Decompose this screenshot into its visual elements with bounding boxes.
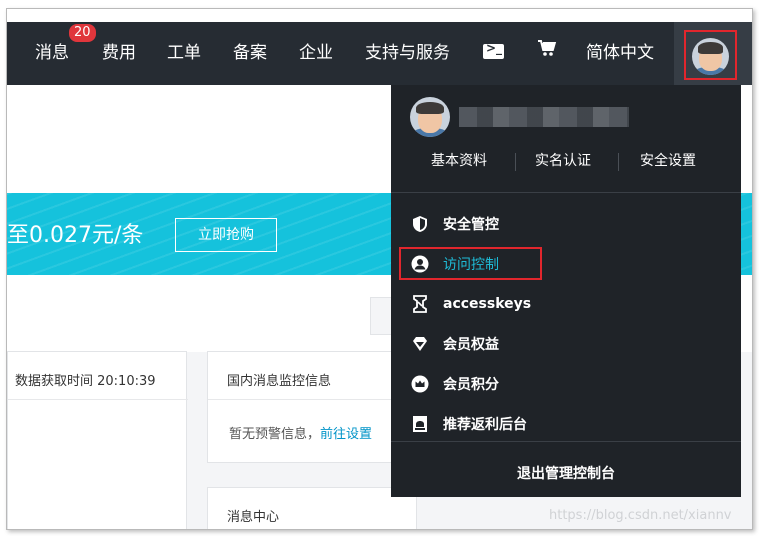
console-window: 消息 20 费用 工单 备案 企业 支持与服务 >_ 简体中文 至0.027元/…: [6, 8, 753, 530]
menu-item-member-points[interactable]: 会员积分: [411, 373, 499, 395]
cart-icon[interactable]: [537, 39, 557, 62]
security-settings-link[interactable]: 安全设置: [640, 149, 696, 173]
message-center-title: 消息中心: [227, 510, 280, 525]
account-links: 基本资料 实名认证 安全设置: [391, 149, 741, 173]
data-card: 数据获取时间 20:10:39: [7, 351, 188, 529]
profile-link[interactable]: 基本资料: [431, 149, 487, 173]
menu-item-security-control[interactable]: 安全管控: [411, 213, 499, 235]
dropdown-divider: [391, 192, 741, 193]
data-time-label: 数据获取时间 20:10:39: [15, 374, 156, 389]
avatar-highlight-box: [684, 30, 737, 80]
nav-billing[interactable]: 费用: [102, 22, 136, 85]
dropdown-divider: [391, 441, 741, 442]
menu-item-label: 安全管控: [443, 217, 499, 233]
menu-item-referral-rebate[interactable]: 推荐返利后台: [411, 413, 527, 435]
top-strip: [7, 9, 752, 22]
menu-item-label: 推荐返利后台: [443, 417, 527, 433]
username-blurred: [459, 107, 629, 127]
nav-messages[interactable]: 消息: [35, 22, 69, 85]
key-swap-icon: [411, 295, 429, 313]
dropdown-avatar: [410, 97, 450, 137]
nav-language[interactable]: 简体中文: [586, 22, 654, 85]
logout-button[interactable]: 退出管理控制台: [391, 463, 741, 483]
menu-item-accesskeys[interactable]: accesskeys: [411, 293, 531, 315]
user-dropdown-menu: 基本资料 实名认证 安全设置 安全管控 访问控制 accesskeys 会员权益…: [391, 85, 741, 497]
menu-item-label: 访问控制: [443, 257, 499, 273]
monitor-body: 暂无预警信息，前往设置: [229, 423, 372, 442]
monitor-card: 国内消息监控信息 暂无预警信息，前往设置: [207, 351, 418, 463]
message-center-card: 消息中心: [207, 487, 417, 529]
nav-icp[interactable]: 备案: [233, 22, 267, 85]
menu-item-access-control[interactable]: 访问控制: [411, 253, 499, 275]
nav-support[interactable]: 支持与服务: [365, 22, 450, 85]
monitor-empty-text: 暂无预警信息，: [229, 427, 321, 442]
user-circle-icon: [411, 255, 429, 273]
menu-item-label: 会员权益: [443, 337, 499, 353]
promo-banner-text: 至0.027元/条: [7, 223, 144, 248]
menu-item-label: 会员积分: [443, 377, 499, 393]
document-icon: [411, 415, 429, 433]
terminal-icon[interactable]: >_: [483, 41, 504, 59]
diamond-icon: [411, 335, 429, 353]
buy-now-button[interactable]: 立即抢购: [175, 218, 277, 252]
nav-enterprise[interactable]: 企业: [299, 22, 333, 85]
messages-badge: 20: [69, 24, 96, 42]
nav-messages-label: 消息: [35, 43, 69, 63]
monitor-title: 国内消息监控信息: [227, 374, 332, 389]
verification-link[interactable]: 实名认证: [535, 149, 591, 173]
shield-icon: [411, 215, 429, 233]
menu-item-label: accesskeys: [443, 296, 532, 312]
watermark: https://blog.csdn.net/xiannv: [549, 508, 732, 523]
nav-tickets[interactable]: 工单: [167, 22, 201, 85]
menu-item-member-benefits[interactable]: 会员权益: [411, 333, 499, 355]
crown-coin-icon: [411, 375, 429, 393]
monitor-settings-link[interactable]: 前往设置: [320, 427, 372, 442]
